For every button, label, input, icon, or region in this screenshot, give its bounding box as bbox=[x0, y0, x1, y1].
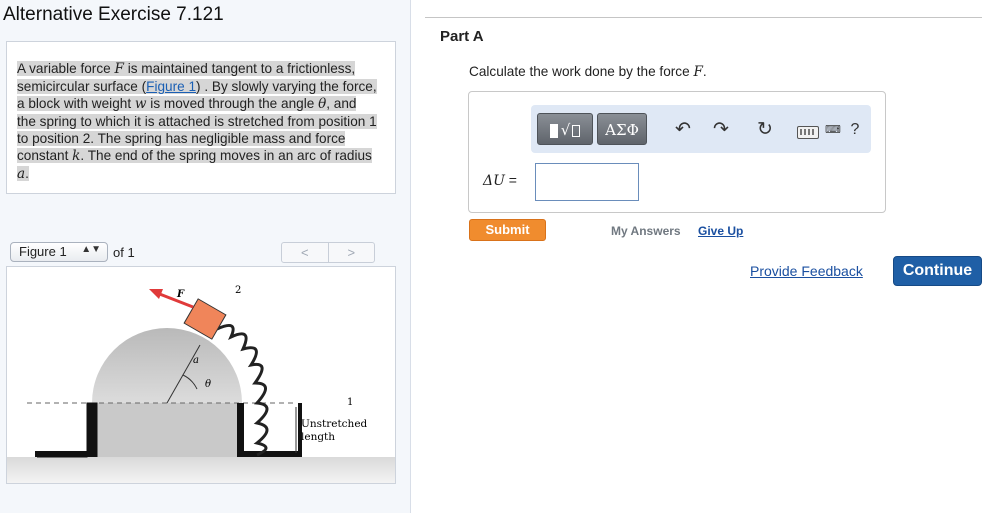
semicircular-surface bbox=[92, 328, 242, 403]
delta-u-symbol: ΔU bbox=[483, 173, 505, 189]
question-suffix: . bbox=[702, 64, 707, 79]
reset-icon[interactable]: ↻ bbox=[753, 118, 777, 142]
force-arrowhead bbox=[149, 289, 163, 299]
right-wall-post bbox=[237, 403, 244, 457]
right-foot bbox=[244, 451, 300, 457]
equals-sign: = bbox=[504, 172, 517, 188]
label-length: length bbox=[301, 431, 335, 443]
greek-symbols-button[interactable]: ΑΣΦ bbox=[597, 113, 647, 145]
undo-icon[interactable]: ↶ bbox=[671, 118, 695, 142]
figure-select-value: Figure 1 bbox=[19, 244, 67, 259]
exercise-title: Alternative Exercise 7.121 bbox=[3, 4, 224, 25]
provide-feedback-link[interactable]: Provide Feedback bbox=[750, 263, 863, 279]
figure-link[interactable]: Figure 1 bbox=[146, 79, 196, 94]
figure-select[interactable]: Figure 1 ▲▼ bbox=[10, 242, 108, 262]
help-button[interactable]: ? bbox=[843, 118, 867, 142]
label-F: F bbox=[176, 289, 185, 300]
problem-text-4: is moved through the angle bbox=[146, 96, 319, 111]
semicircle-spring-diagram: F 2 1 a θ Unstretched length bbox=[7, 285, 395, 483]
force-arrow bbox=[156, 291, 194, 309]
part-title: Part A bbox=[440, 28, 484, 45]
continue-button[interactable]: Continue bbox=[893, 256, 982, 286]
ground bbox=[7, 457, 395, 483]
part-divider bbox=[425, 17, 982, 18]
left-foot bbox=[35, 451, 90, 457]
label-a: a bbox=[193, 355, 199, 366]
question-text: Calculate the work done by the force F. bbox=[469, 64, 707, 80]
label-theta: θ bbox=[205, 379, 211, 390]
keyboard-shortcuts-icon[interactable]: ⌨ bbox=[821, 118, 845, 142]
next-figure-button[interactable]: > bbox=[329, 243, 375, 262]
equation-toolbar: √ ΑΣΦ ↶ ↷ ↻ ⌨ ? bbox=[531, 105, 871, 153]
label-position-2: 2 bbox=[235, 285, 241, 296]
figure-pager: < > bbox=[281, 242, 375, 263]
templates-button[interactable]: √ bbox=[537, 113, 593, 145]
force-symbol: F bbox=[114, 61, 124, 77]
answer-box: √ ΑΣΦ ↶ ↷ ↻ ⌨ ? ΔU = bbox=[468, 91, 886, 213]
problem-statement: A variable force F is maintained tangent… bbox=[17, 60, 379, 183]
submit-button[interactable]: Submit bbox=[469, 219, 546, 241]
weight-symbol: w bbox=[134, 96, 147, 112]
redo-icon[interactable]: ↷ bbox=[709, 118, 733, 142]
left-wall-post bbox=[87, 403, 97, 457]
figure-count: of 1 bbox=[113, 245, 135, 260]
sqrt-icon: √ bbox=[560, 121, 571, 139]
label-position-1: 1 bbox=[347, 397, 353, 408]
give-up-link[interactable]: Give Up bbox=[698, 224, 743, 238]
question-prefix: Calculate the work done by the force bbox=[469, 64, 694, 79]
prev-figure-button[interactable]: < bbox=[282, 243, 329, 262]
my-answers-link[interactable]: My Answers bbox=[611, 224, 681, 238]
spring-anchor-bar bbox=[298, 403, 302, 457]
answer-input[interactable] bbox=[535, 163, 639, 201]
keyboard-icon[interactable] bbox=[797, 126, 819, 139]
select-arrows-icon: ▲▼ bbox=[81, 244, 101, 255]
label-unstretched: Unstretched bbox=[301, 418, 368, 430]
problem-text-7: . bbox=[25, 166, 29, 181]
base-block bbox=[92, 403, 242, 457]
problem-text-6: . The end of the spring moves in an arc … bbox=[80, 148, 372, 163]
figure-image: F 2 1 a θ Unstretched length bbox=[6, 266, 396, 484]
problem-panel: Alternative Exercise 7.121 A variable fo… bbox=[0, 0, 411, 513]
problem-statement-box: A variable force F is maintained tangent… bbox=[6, 41, 396, 194]
answer-variable-label: ΔU = bbox=[483, 172, 517, 189]
template-square-icon bbox=[549, 124, 558, 138]
question-force-symbol: F bbox=[693, 64, 703, 80]
radius-symbol: a bbox=[17, 166, 26, 182]
template-box-icon bbox=[572, 125, 581, 137]
figure-navigation: Figure 1 ▲▼ of 1 < > bbox=[6, 240, 396, 266]
problem-text-1: A variable force bbox=[17, 61, 115, 76]
